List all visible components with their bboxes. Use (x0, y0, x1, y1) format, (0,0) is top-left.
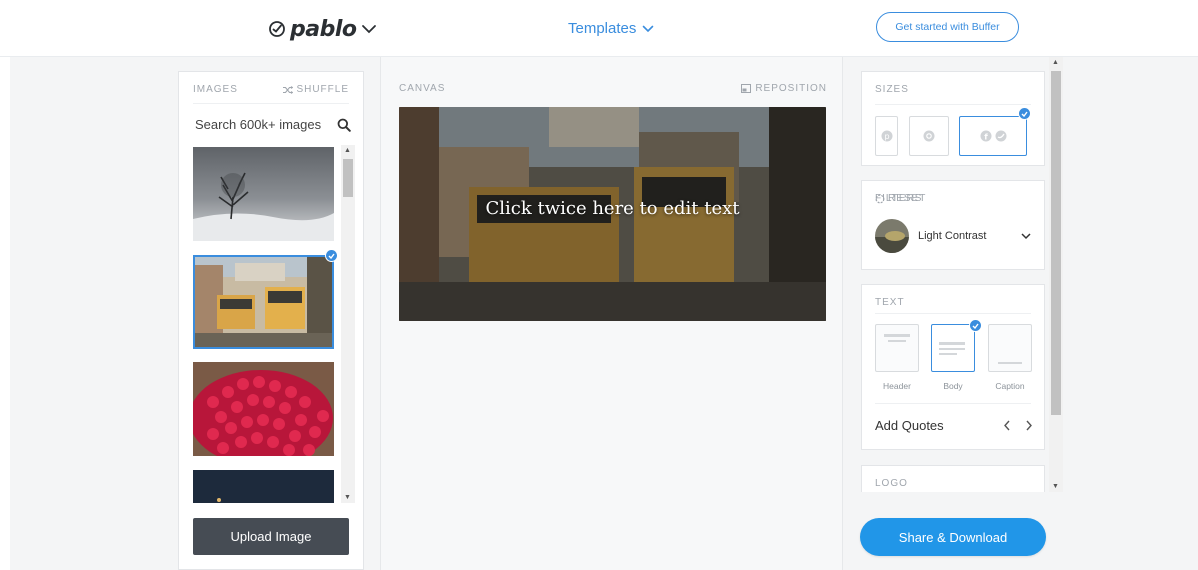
image-results-list (193, 147, 355, 503)
design-canvas[interactable]: Click twice here to edit text (399, 107, 826, 321)
canvas-panel: CANVAS REPOSITION Click twice here to ed… (380, 57, 843, 570)
filter-select[interactable]: Light Contrast (875, 219, 1031, 253)
search-icon[interactable] (337, 118, 351, 132)
scrollbar-thumb[interactable] (1051, 71, 1061, 415)
size-option-facebook-twitter[interactable]: f (959, 116, 1027, 156)
snowy-tree-image (193, 147, 334, 241)
selected-check-icon (1018, 107, 1031, 120)
add-quotes-row[interactable]: Add Quotes (875, 418, 1033, 433)
selected-check-icon (325, 249, 338, 262)
size-option-instagram[interactable] (909, 116, 949, 156)
images-scrollbar[interactable]: ▲ ▼ (341, 145, 355, 503)
divider (875, 313, 1031, 314)
logo-title: LOGO (875, 478, 908, 489)
scroll-up-icon[interactable]: ▲ (344, 147, 351, 154)
settings-scrollbar[interactable]: ▲ ▼ (1049, 57, 1063, 492)
filter-preview-thumbnail (875, 219, 909, 253)
night-sky-image (193, 470, 334, 503)
upload-image-button[interactable]: Upload Image (193, 518, 349, 555)
share-download-button[interactable]: Share & Download (860, 518, 1046, 556)
reposition-icon (741, 84, 752, 93)
quotes-navigation (1003, 420, 1033, 431)
header-layout-icon (884, 334, 910, 342)
images-panel-header: IMAGES SHUFFLE (193, 84, 349, 95)
text-card: TEXT Header Body Caption Add Quotes (861, 284, 1045, 450)
reset-icon (875, 194, 885, 203)
caption-layout-icon (998, 362, 1022, 364)
raspberries-image (193, 362, 334, 456)
twitter-icon (995, 130, 1006, 142)
top-bar: pablo Templates Get started with Buffer (0, 0, 1198, 57)
chevron-down-icon (643, 25, 654, 32)
image-thumbnail-night-sky[interactable] (193, 470, 334, 503)
add-quotes-label: Add Quotes (875, 418, 944, 433)
search-input[interactable] (195, 117, 325, 132)
instagram-icon (923, 130, 935, 142)
settings-panel: SIZES p f FILTERS RESET Light Contrast T… (848, 57, 1063, 492)
pablo-logo[interactable]: pablo (268, 14, 377, 44)
scrollbar-thumb[interactable] (343, 159, 353, 197)
images-panel: IMAGES SHUFFLE Search 600k+ images ▲ ▼ U… (178, 71, 364, 570)
text-option-label: Body (943, 381, 963, 391)
divider (875, 104, 1031, 105)
image-search (195, 117, 351, 132)
canvas-header: CANVAS REPOSITION (399, 83, 827, 94)
svg-text:f: f (984, 133, 988, 142)
sizes-title: SIZES (875, 84, 909, 95)
reposition-button[interactable]: REPOSITION (741, 83, 827, 94)
reset-label: RESET (888, 193, 927, 204)
scroll-down-icon[interactable]: ▼ (344, 494, 351, 501)
text-option-caption[interactable] (988, 324, 1032, 372)
body-layout-icon (939, 342, 965, 355)
text-title: TEXT (875, 297, 905, 308)
chevron-left-icon[interactable] (1003, 420, 1011, 431)
scroll-down-icon[interactable]: ▼ (1052, 483, 1059, 490)
facebook-icon: f (980, 130, 991, 142)
canvas-overlay-text[interactable]: Click twice here to edit text (399, 198, 826, 219)
images-title: IMAGES (193, 84, 238, 95)
filters-card: FILTERS RESET Light Contrast (861, 180, 1045, 270)
chevron-down-icon (361, 25, 376, 34)
text-option-body[interactable] (931, 324, 975, 372)
svg-text:p: p (884, 132, 889, 141)
pablo-logo-icon (269, 21, 285, 37)
text-option-header[interactable] (875, 324, 919, 372)
reset-filters-button[interactable]: RESET (875, 193, 1031, 204)
brand-name: pablo (290, 16, 357, 42)
image-thumbnail-snowy-tree[interactable] (193, 147, 334, 241)
shuffle-icon (283, 85, 294, 94)
templates-label: Templates (568, 20, 637, 37)
reposition-label: REPOSITION (755, 83, 827, 94)
canvas-title: CANVAS (399, 83, 446, 94)
scroll-up-icon[interactable]: ▲ (1052, 59, 1059, 66)
image-thumbnail-lisbon-trams[interactable] (193, 255, 334, 349)
chevron-right-icon[interactable] (1025, 420, 1033, 431)
text-option-label: Caption (995, 381, 1025, 391)
image-thumbnail-raspberries[interactable] (193, 362, 334, 456)
divider (193, 103, 349, 104)
shuffle-button[interactable]: SHUFFLE (283, 84, 349, 95)
size-option-pinterest[interactable]: p (875, 116, 898, 156)
divider (875, 403, 1031, 404)
sizes-card: SIZES p f (861, 71, 1045, 166)
selected-filter-name: Light Contrast (918, 230, 987, 242)
get-started-button[interactable]: Get started with Buffer (876, 12, 1019, 42)
lisbon-trams-image (195, 257, 332, 347)
shuffle-label: SHUFFLE (296, 84, 349, 95)
chevron-down-icon (1021, 232, 1031, 239)
templates-dropdown[interactable]: Templates (568, 20, 654, 37)
text-option-label: Header (883, 381, 911, 391)
selected-check-icon (969, 319, 982, 332)
pinterest-icon: p (881, 130, 892, 142)
logo-card: LOGO (861, 465, 1045, 492)
